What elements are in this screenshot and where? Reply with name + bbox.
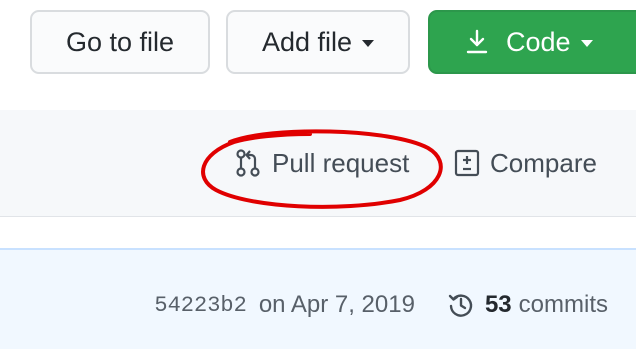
diff-icon [454,149,480,177]
commit-details: 54223b2 on Apr 7, 2019 53 commits [0,288,608,322]
commit-count: 53 [484,291,512,318]
chevron-down-icon [362,40,375,47]
add-file-button[interactable]: Add file [226,10,410,74]
git-pull-request-icon [236,149,260,177]
branch-actions-bar: Pull request Compare [0,110,636,217]
repository-page: Go to file Add file Code Pull request Co… [0,0,636,349]
commit-sha-link[interactable]: 54223b2 [154,293,246,318]
commits-label: commits [518,291,608,318]
add-file-label: Add file [261,26,353,57]
download-icon [466,29,488,54]
pull-request-label: Pull request [272,147,410,178]
latest-commit-bar: 54223b2 on Apr 7, 2019 53 commits [0,248,636,349]
code-label: Code [506,26,571,57]
code-button[interactable]: Code [428,10,636,74]
pull-request-link[interactable]: Pull request [234,145,409,181]
go-to-file-button[interactable]: Go to file [30,10,210,74]
commits-history-link[interactable]: 53 commits [447,291,608,319]
go-to-file-label: Go to file [65,26,175,57]
commit-date: on Apr 7, 2019 [258,291,415,318]
file-navigation-toolbar: Go to file Add file Code [0,0,636,100]
history-icon [448,294,473,317]
compare-link[interactable]: Compare [454,145,597,181]
compare-label: Compare [490,147,597,178]
chevron-down-icon [580,40,593,47]
